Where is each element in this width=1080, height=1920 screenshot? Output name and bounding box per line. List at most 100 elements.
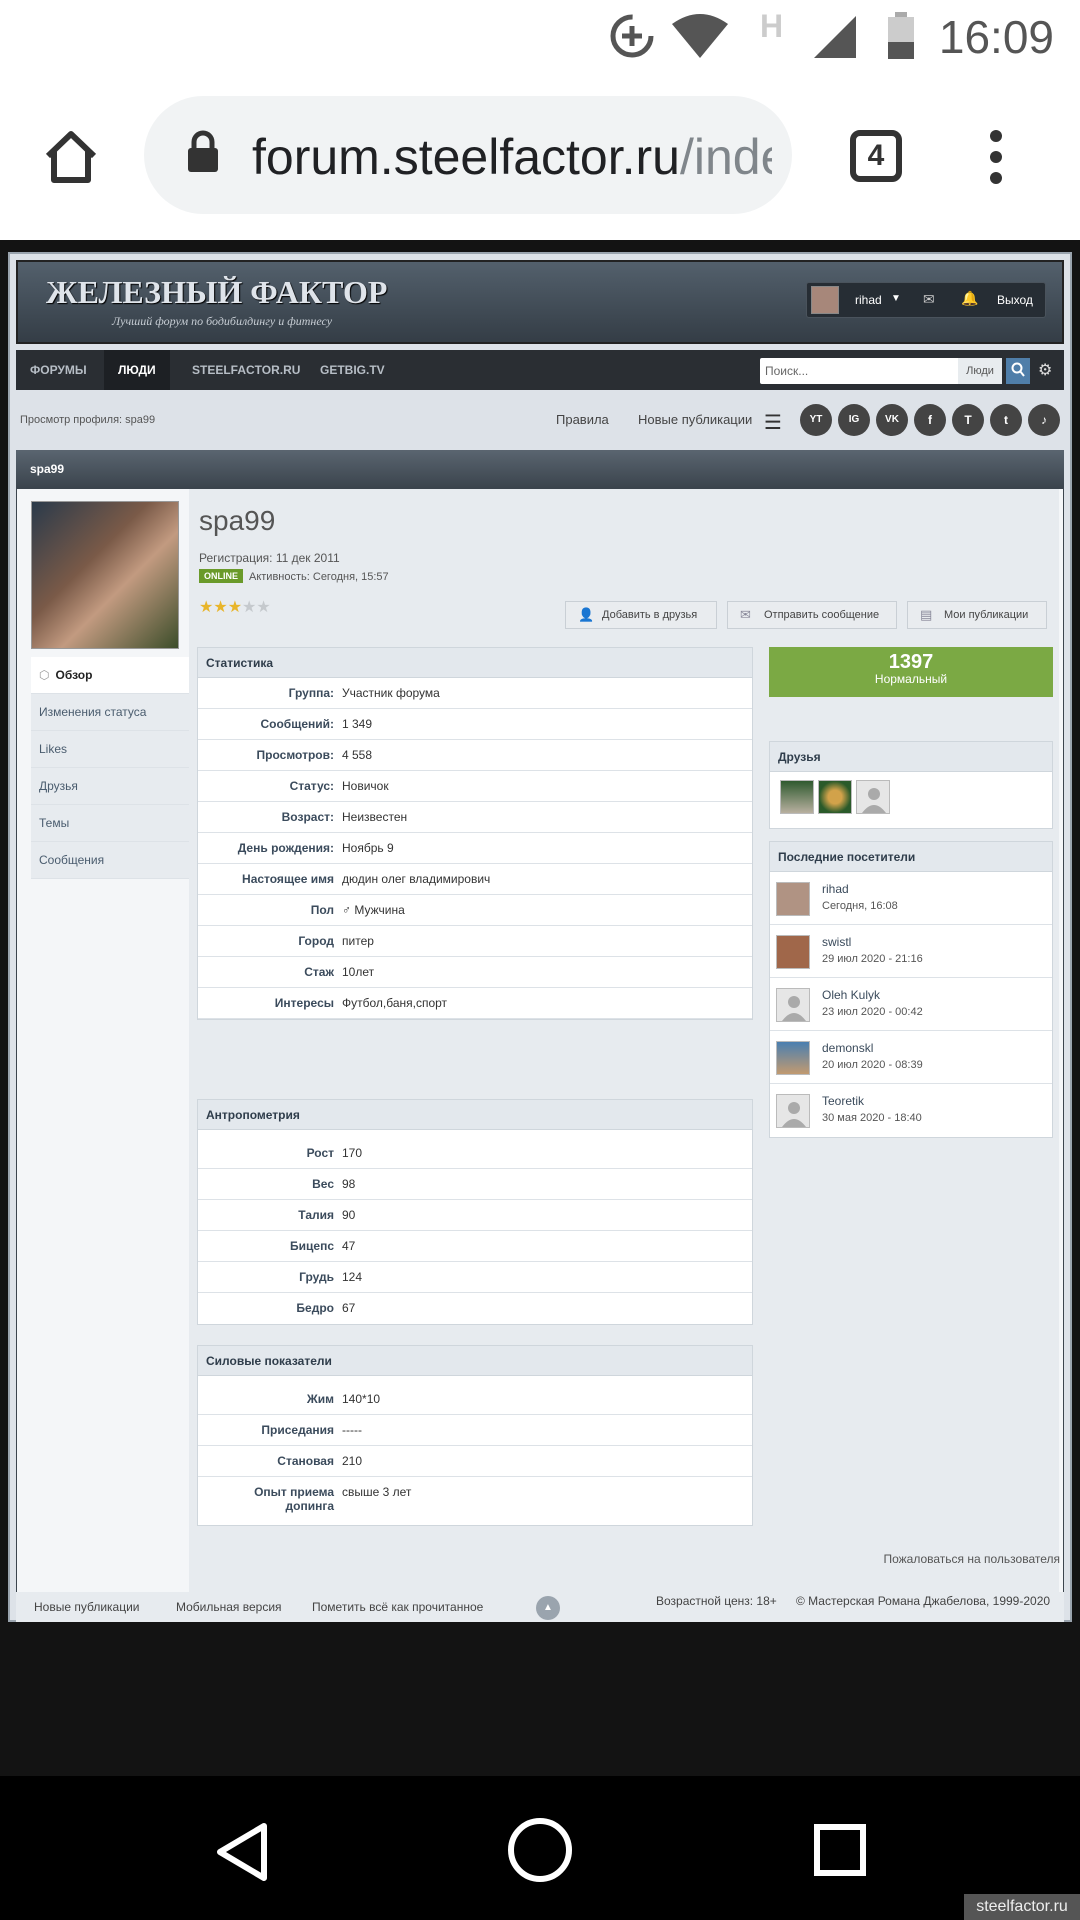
tag-icon: ⬡: [39, 668, 50, 682]
visitor-avatar[interactable]: [776, 882, 810, 916]
stats-value: Ноябрь 9: [342, 841, 394, 855]
power-value: -----: [342, 1423, 362, 1437]
twitter-icon[interactable]: t: [990, 404, 1022, 436]
anthro-value: 124: [342, 1270, 363, 1284]
visitor-avatar[interactable]: [776, 935, 810, 969]
sidenav-friends[interactable]: Друзья: [31, 768, 189, 805]
breadcrumb[interactable]: Просмотр профиля: spa99: [20, 414, 155, 426]
watermark: steelfactor.ru: [964, 1894, 1080, 1920]
user-menu[interactable]: rihad ▼ ✉ 🔔 Выход: [806, 282, 1046, 318]
reputation-value: 1397: [888, 651, 934, 673]
vk-icon[interactable]: VK: [876, 404, 908, 436]
bell-icon[interactable]: 🔔: [961, 290, 978, 307]
stats-value: 4 558: [342, 748, 373, 762]
anthro-label: Талия: [298, 1208, 334, 1222]
logout-link[interactable]: Выход: [997, 293, 1033, 307]
gear-icon[interactable]: ⚙: [1038, 360, 1052, 380]
visitor-name[interactable]: demonskl: [822, 1041, 873, 1055]
stats-value: Футбол,баня,спорт: [342, 996, 448, 1010]
nav-steelfactor[interactable]: STEELFACTOR.RU: [178, 350, 314, 390]
friend-avatar[interactable]: [818, 780, 852, 814]
url-bar[interactable]: forum.steelfactor.ru/inde: [144, 96, 792, 214]
home-button-icon[interactable]: [506, 1816, 574, 1889]
android-status-bar: H 16:09: [0, 0, 1080, 74]
visitor-item[interactable]: Oleh Kulyk 23 июл 2020 - 00:42: [770, 978, 1052, 1031]
rules-link[interactable]: Правила: [556, 412, 609, 427]
site-footer: Новые публикации Мобильная версия Помети…: [16, 1592, 1064, 1622]
add-friend-button[interactable]: 👤 Добавить в друзья: [565, 601, 717, 629]
instagram-icon[interactable]: IG: [838, 404, 870, 436]
stats-value: питер: [342, 934, 374, 948]
android-nav-bar: [0, 1776, 1080, 1920]
scroll-top-icon[interactable]: ▲: [536, 1596, 560, 1620]
stats-value: 1 349: [342, 717, 373, 731]
sidenav-likes[interactable]: Likes: [31, 731, 189, 768]
tiktok-icon[interactable]: ♪: [1028, 404, 1060, 436]
user-avatar[interactable]: [811, 286, 839, 314]
chevron-down-icon[interactable]: ▼: [891, 293, 901, 304]
visitor-name[interactable]: Oleh Kulyk: [822, 988, 880, 1002]
star-icon: ★: [256, 599, 271, 616]
stats-label: Настоящее имя: [242, 872, 334, 886]
cell-signal-icon: [812, 14, 858, 65]
visitor-name[interactable]: Teoretik: [822, 1094, 864, 1108]
sidenav-overview[interactable]: ⬡ Обзор: [31, 657, 189, 694]
search-scope-select[interactable]: Люди: [958, 358, 1002, 384]
footer-mark-read[interactable]: Пометить всё как прочитанное: [312, 1600, 483, 1614]
user-name[interactable]: rihad: [855, 293, 882, 307]
facebook-icon[interactable]: f: [914, 404, 946, 436]
youtube-icon[interactable]: YT: [800, 404, 832, 436]
search-icon: [1011, 362, 1025, 383]
nav-people[interactable]: ЛЮДИ: [104, 350, 170, 390]
more-menu-icon[interactable]: [986, 128, 1006, 191]
stats-value: 10лет: [342, 965, 375, 979]
list-view-icon[interactable]: ☰: [764, 410, 782, 435]
anthro-row: Грудь 124: [198, 1262, 752, 1293]
power-value: 140*10: [342, 1392, 381, 1406]
visitor-avatar[interactable]: [776, 1094, 810, 1128]
friends-panel: Друзья: [769, 741, 1053, 829]
anthro-row: Талия 90: [198, 1200, 752, 1231]
twitch-icon[interactable]: T: [952, 404, 984, 436]
stats-label: Интересы: [274, 996, 334, 1010]
profile-content: spa99 Регистрация: 11 дек 2011 ONLINE Ак…: [16, 488, 1064, 1619]
footer-new-publications[interactable]: Новые публикации: [34, 1600, 140, 1614]
recents-icon[interactable]: [814, 1824, 866, 1881]
visitor-item[interactable]: demonskl 20 июл 2020 - 08:39: [770, 1031, 1052, 1084]
sidenav-posts[interactable]: Сообщения: [31, 842, 189, 879]
report-user-link[interactable]: Пожаловаться на пользователя: [883, 1552, 1060, 1566]
nav-getbig[interactable]: GETBIG.TV: [306, 350, 399, 390]
anthro-panel: Антропометрия Рост 170 Вес 98 Талия 90 Бицепс 4…: [197, 1099, 753, 1325]
power-rows: Жим 140*10 Приседания ----- Становая 210 Опыт …: [198, 1384, 752, 1525]
tab-switcher-button[interactable]: 4: [850, 130, 902, 182]
sidenav-status-changes[interactable]: Изменения статуса: [31, 694, 189, 731]
stats-label: Группа:: [288, 686, 334, 700]
visitor-name[interactable]: swistl: [822, 935, 851, 949]
visitor-item[interactable]: swistl 29 июл 2020 - 21:16: [770, 925, 1052, 978]
anthro-label: Рост: [306, 1146, 334, 1160]
stats-label: Статус:: [289, 779, 334, 793]
visitor-name[interactable]: rihad: [822, 882, 849, 896]
stats-label: Стаж: [304, 965, 334, 979]
my-publications-button[interactable]: ▤ Мои публикации: [907, 601, 1047, 629]
footer-mobile-version[interactable]: Мобильная версия: [176, 1600, 282, 1614]
stats-value: Новичок: [342, 779, 389, 793]
search-input[interactable]: Поиск...: [760, 358, 962, 384]
send-message-button[interactable]: ✉ Отправить сообщение: [727, 601, 897, 629]
visitor-item[interactable]: Teoretik 30 мая 2020 - 18:40: [770, 1084, 1052, 1137]
power-row: Опыт приема допинга свыше 3 лет: [198, 1477, 752, 1525]
visitor-time: Сегодня, 16:08: [822, 900, 898, 912]
search-button[interactable]: [1006, 358, 1030, 384]
home-icon[interactable]: [42, 128, 100, 191]
logo-title[interactable]: ЖЕЛЕЗНЫЙ ФАКТОР: [46, 274, 387, 311]
sidenav-topics[interactable]: Темы: [31, 805, 189, 842]
mail-icon[interactable]: ✉: [923, 291, 935, 308]
back-icon[interactable]: [214, 1822, 270, 1887]
visitor-avatar[interactable]: [776, 988, 810, 1022]
visitor-avatar[interactable]: [776, 1041, 810, 1075]
friend-avatar[interactable]: [780, 780, 814, 814]
friend-avatar[interactable]: [856, 780, 890, 814]
nav-forums[interactable]: ФОРУМЫ: [16, 350, 101, 390]
visitor-item[interactable]: rihad Сегодня, 16:08: [770, 872, 1052, 925]
new-publications-link[interactable]: Новые публикации: [638, 412, 752, 427]
